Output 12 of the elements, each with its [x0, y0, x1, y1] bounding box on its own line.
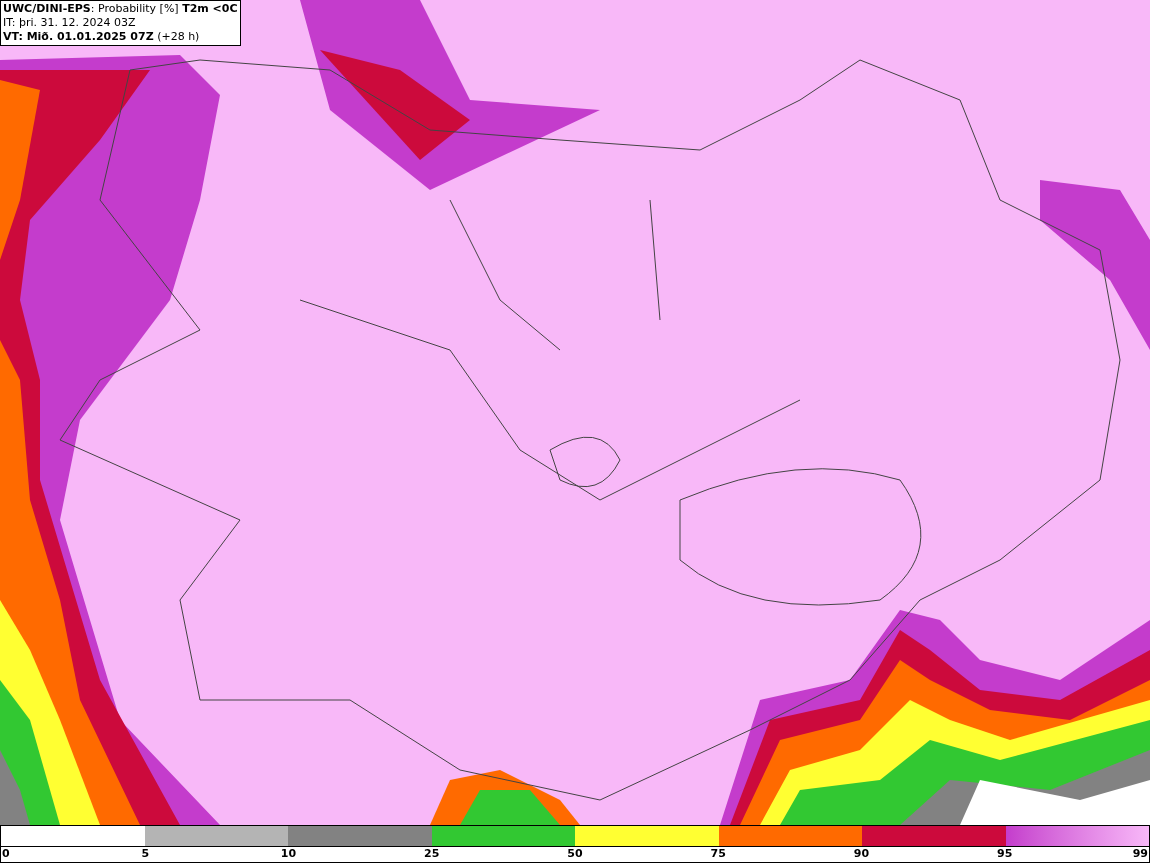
legend-label: 90	[853, 847, 870, 861]
title-line: VT: Mið. 01.01.2025 07Z (+28 h)	[3, 30, 201, 44]
legend-label: 5	[141, 847, 150, 861]
title-line: UWC/DINI-EPS: Probability [%] T2m <0C	[3, 2, 238, 16]
legend-label: 25	[424, 847, 440, 861]
legend-label: 50	[567, 847, 583, 861]
legend-label: 99	[1132, 847, 1148, 861]
title-line: IT: þri. 31. 12. 2024 03Z	[3, 16, 137, 30]
legend-label: 0	[2, 847, 10, 861]
legend-label: 10	[280, 847, 297, 861]
legend-label: 75	[710, 847, 726, 861]
legend-label: 95	[997, 847, 1013, 861]
